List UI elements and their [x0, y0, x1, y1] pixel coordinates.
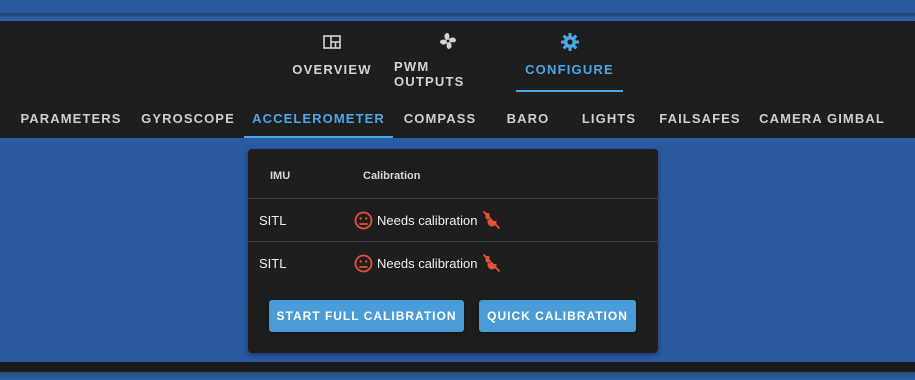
subtab-accelerometer[interactable]: ACCELEROMETER [244, 91, 393, 138]
imu-name: SITL [259, 213, 287, 228]
gear-icon [560, 29, 580, 55]
window-bottom-edge [0, 362, 915, 380]
subtab-camera-gimbal[interactable]: CAMERA GIMBAL [758, 91, 886, 138]
imu-name: SITL [259, 256, 287, 271]
quick-calibration-button[interactable]: QUICK CALIBRATION [479, 300, 636, 332]
frown-face-icon [354, 211, 373, 230]
window-top-edge [0, 0, 915, 21]
tab-configure-label: CONFIGURE [525, 62, 614, 77]
grid-icon [323, 29, 341, 55]
subtab-compass[interactable]: COMPASS [398, 91, 482, 138]
accelerometer-calibration-card: IMU Calibration SITL Needs calibration S… [248, 149, 658, 353]
sub-tabs: PARAMETERS GYROSCOPE ACCELEROMETER COMPA… [0, 91, 915, 138]
accelerometer-off-icon [481, 210, 501, 230]
subtab-baro[interactable]: BARO [497, 91, 559, 138]
calibration-status-text: Needs calibration [377, 212, 478, 228]
column-header-imu: IMU [270, 170, 291, 182]
column-header-calibration: Calibration [363, 170, 421, 182]
subtab-lights[interactable]: LIGHTS [574, 91, 644, 138]
accelerometer-off-icon [481, 253, 501, 273]
tab-pwm-outputs[interactable]: PWM OUTPUTS [394, 29, 502, 89]
start-full-calibration-button[interactable]: START FULL CALIBRATION [269, 300, 464, 332]
tab-overview-label: OVERVIEW [292, 62, 372, 77]
tab-overview[interactable]: OVERVIEW [292, 29, 372, 89]
calibration-status-text: Needs calibration [377, 255, 478, 271]
table-row: SITL Needs calibration [248, 241, 658, 285]
subtab-gyroscope[interactable]: GYROSCOPE [136, 91, 240, 138]
tab-pwm-outputs-label: PWM OUTPUTS [394, 59, 465, 89]
fan-icon [438, 29, 458, 52]
calibration-status: Needs calibration [354, 210, 501, 230]
subtab-parameters[interactable]: PARAMETERS [14, 91, 128, 138]
frown-face-icon [354, 254, 373, 273]
main-tabs: OVERVIEW PWM OUTPUTS CONFIGURE [0, 21, 915, 92]
table-row: SITL Needs calibration [248, 198, 658, 242]
navigation-panel: OVERVIEW PWM OUTPUTS CONFIGURE PARAMETER… [0, 21, 915, 138]
calibration-status: Needs calibration [354, 253, 501, 273]
tab-configure[interactable]: CONFIGURE [516, 29, 623, 92]
subtab-failsafes[interactable]: FAILSAFES [654, 91, 746, 138]
